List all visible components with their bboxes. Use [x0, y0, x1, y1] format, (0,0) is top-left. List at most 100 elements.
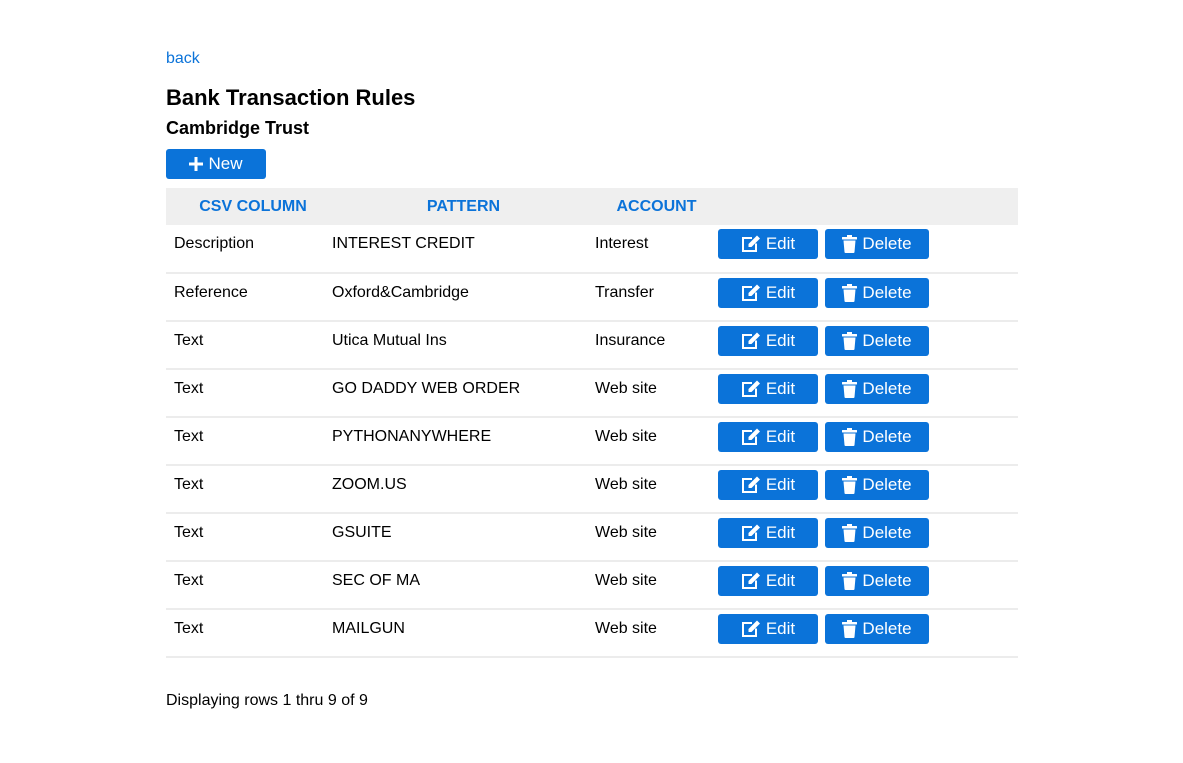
- edit-button[interactable]: Edit: [718, 566, 818, 596]
- page-subtitle: Cambridge Trust: [166, 118, 310, 138]
- edit-button[interactable]: Edit: [718, 422, 818, 452]
- cell-pattern: Utica Mutual Ins: [332, 332, 447, 349]
- back-link[interactable]: back: [166, 50, 200, 68]
- trash-icon: [842, 428, 858, 446]
- edit-button-label: Edit: [765, 571, 796, 590]
- trash-icon: [842, 476, 858, 494]
- edit-button-label: Edit: [765, 523, 796, 542]
- table-row: Description INTEREST CREDIT Interest Edi…: [166, 225, 1018, 274]
- edit-button[interactable]: Edit: [718, 518, 818, 548]
- rules-table: CSV COLUMN PATTERN ACCOUNT Description I…: [166, 188, 1018, 658]
- row-actions: Edit Delete: [718, 225, 1018, 274]
- column-header-pattern[interactable]: PATTERN: [332, 188, 595, 225]
- edit-button[interactable]: Edit: [718, 470, 818, 500]
- delete-button-label: Delete: [862, 475, 912, 494]
- delete-button[interactable]: Delete: [825, 422, 929, 452]
- column-header-account[interactable]: ACCOUNT: [595, 188, 718, 225]
- cell-account: Web site: [595, 428, 657, 445]
- cell-account: Web site: [595, 380, 657, 397]
- cell-csv-column: Text: [174, 572, 204, 589]
- delete-button-label: Delete: [862, 571, 912, 590]
- delete-button[interactable]: Delete: [825, 229, 929, 259]
- cell-account: Web site: [595, 572, 657, 589]
- edit-icon: [741, 524, 761, 542]
- table-header-row: CSV COLUMN PATTERN ACCOUNT: [166, 188, 1018, 225]
- table-row: Text GSUITE Web site Edit Delete: [166, 513, 1018, 562]
- edit-button[interactable]: Edit: [718, 278, 818, 308]
- row-actions: Edit Delete: [718, 369, 1018, 418]
- cell-pattern: SEC OF MA: [332, 572, 421, 589]
- cell-pattern: INTEREST CREDIT: [332, 235, 475, 252]
- cell-account: Web site: [595, 476, 657, 493]
- trash-icon: [842, 572, 858, 590]
- edit-button-label: Edit: [765, 475, 796, 494]
- cell-pattern: PYTHONANYWHERE: [332, 428, 492, 445]
- delete-button[interactable]: Delete: [825, 566, 929, 596]
- edit-button-label: Edit: [765, 427, 796, 446]
- trash-icon: [842, 380, 858, 398]
- cell-pattern: Oxford&Cambridge: [332, 284, 469, 301]
- cell-csv-column: Reference: [174, 284, 248, 301]
- edit-icon: [741, 235, 761, 253]
- cell-csv-column: Text: [174, 476, 204, 493]
- edit-button-label: Edit: [765, 283, 796, 302]
- table-row: Text GO DADDY WEB ORDER Web site Edit De…: [166, 369, 1018, 418]
- cell-account: Web site: [595, 524, 657, 541]
- cell-csv-column: Text: [174, 620, 204, 637]
- row-actions: Edit Delete: [718, 561, 1018, 610]
- table-row: Text SEC OF MA Web site Edit Delete: [166, 561, 1018, 610]
- delete-button[interactable]: Delete: [825, 374, 929, 404]
- edit-button[interactable]: Edit: [718, 229, 818, 259]
- table-row: Text PYTHONANYWHERE Web site Edit Delete: [166, 417, 1018, 466]
- edit-button-label: Edit: [765, 619, 796, 638]
- pagination-status: Displaying rows 1 thru 9 of 9: [166, 692, 368, 709]
- trash-icon: [842, 620, 858, 638]
- delete-button-label: Delete: [862, 523, 912, 542]
- row-actions: Edit Delete: [718, 609, 1018, 658]
- cell-pattern: GSUITE: [332, 524, 392, 541]
- trash-icon: [842, 332, 858, 350]
- delete-button-label: Delete: [862, 427, 912, 446]
- edit-button-label: Edit: [765, 379, 796, 398]
- edit-icon: [741, 284, 761, 302]
- row-actions: Edit Delete: [718, 465, 1018, 514]
- new-button-label: New: [208, 154, 243, 173]
- row-actions: Edit Delete: [718, 513, 1018, 562]
- table-body: Description INTEREST CREDIT Interest Edi…: [166, 225, 1018, 658]
- edit-button[interactable]: Edit: [718, 374, 818, 404]
- table-row: Reference Oxford&Cambridge Transfer Edit: [166, 273, 1018, 322]
- cell-csv-column: Description: [174, 235, 255, 252]
- edit-icon: [741, 476, 761, 494]
- cell-csv-column: Text: [174, 428, 204, 445]
- delete-button-label: Delete: [862, 234, 912, 253]
- table-row: Text MAILGUN Web site Edit Delete: [166, 609, 1018, 658]
- delete-button[interactable]: Delete: [825, 518, 929, 548]
- row-actions: Edit Delete: [718, 321, 1018, 370]
- cell-account: Transfer: [595, 284, 654, 301]
- trash-icon: [842, 524, 858, 542]
- trash-icon: [842, 235, 858, 253]
- delete-button[interactable]: Delete: [825, 278, 929, 308]
- cell-csv-column: Text: [174, 524, 204, 541]
- edit-button-label: Edit: [765, 331, 796, 350]
- delete-button[interactable]: Delete: [825, 326, 929, 356]
- new-button[interactable]: New: [166, 149, 266, 179]
- row-actions: Edit Delete: [718, 273, 1018, 322]
- cell-csv-column: Text: [174, 332, 204, 349]
- edit-icon: [741, 332, 761, 350]
- delete-button[interactable]: Delete: [825, 614, 929, 644]
- edit-button-label: Edit: [765, 234, 796, 253]
- edit-button[interactable]: Edit: [718, 326, 818, 356]
- delete-button-label: Delete: [862, 619, 912, 638]
- cell-csv-column: Text: [174, 380, 204, 397]
- edit-icon: [741, 572, 761, 590]
- delete-button[interactable]: Delete: [825, 470, 929, 500]
- delete-button-label: Delete: [862, 331, 912, 350]
- edit-button[interactable]: Edit: [718, 614, 818, 644]
- column-header-csv-column[interactable]: CSV COLUMN: [166, 188, 332, 225]
- cell-account: Interest: [595, 235, 649, 252]
- edit-icon: [741, 620, 761, 638]
- table-row: Text ZOOM.US Web site Edit Delete: [166, 465, 1018, 514]
- cell-pattern: MAILGUN: [332, 620, 405, 637]
- table-row: Text Utica Mutual Ins Insurance Edit Del…: [166, 321, 1018, 370]
